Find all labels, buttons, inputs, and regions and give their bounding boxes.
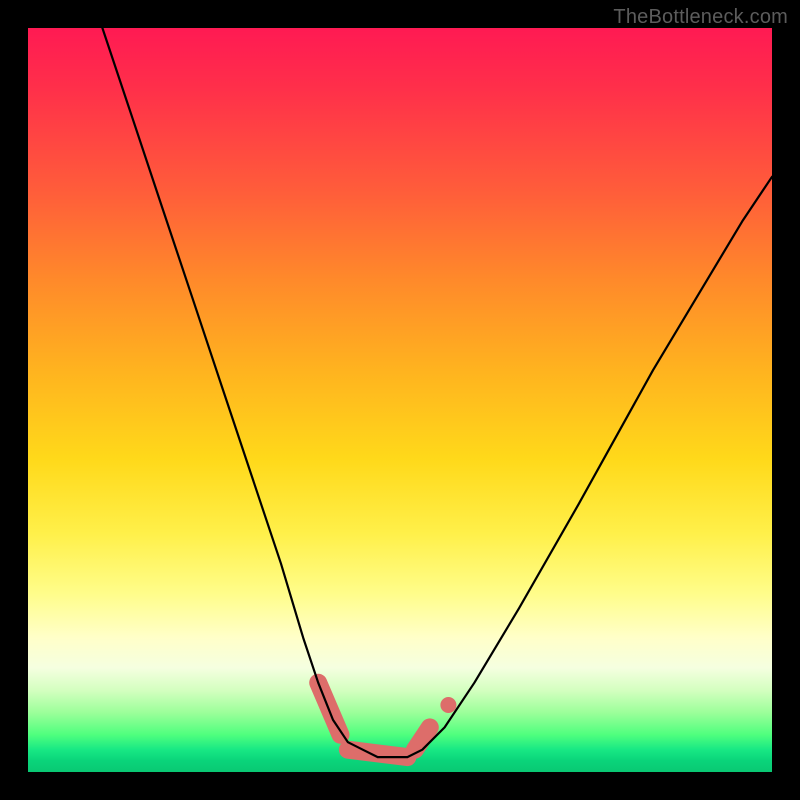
- curve-layer: [28, 28, 772, 772]
- accent-dot: [440, 697, 456, 713]
- watermark-text: TheBottleneck.com: [613, 6, 788, 29]
- plot-area: [28, 28, 772, 772]
- bottleneck-curve: [102, 28, 772, 757]
- chart-frame: TheBottleneck.com: [0, 0, 800, 800]
- accent-segment: [415, 727, 430, 749]
